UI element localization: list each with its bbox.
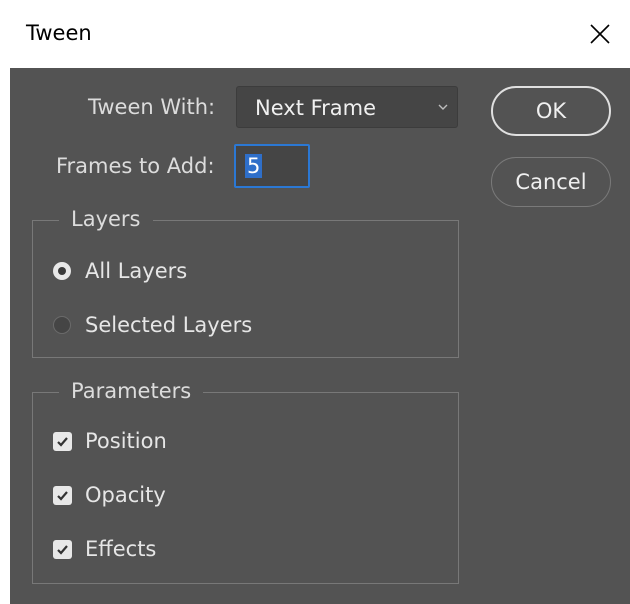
radio-all-layers[interactable]: All Layers — [53, 257, 187, 285]
frames-to-add-value: 5 — [245, 154, 263, 178]
tween-window: Tween Tween With: Next Frame Frames to A… — [0, 0, 630, 604]
chevron-down-icon — [437, 100, 449, 118]
effects-label: Effects — [85, 537, 157, 561]
tween-with-label: Tween With: — [88, 95, 216, 119]
cancel-button[interactable]: Cancel — [491, 157, 611, 207]
checkbox-effects[interactable]: Effects — [53, 535, 156, 563]
position-label: Position — [85, 429, 167, 453]
tween-with-select[interactable]: Next Frame — [236, 86, 458, 128]
layers-legend: Layers — [59, 207, 153, 231]
frames-to-add-input[interactable]: 5 — [234, 144, 310, 188]
checkmark-icon — [53, 539, 72, 559]
close-icon — [590, 24, 610, 44]
radio-selected-layers[interactable]: Selected Layers — [53, 311, 252, 339]
radio-unselected-icon — [53, 316, 71, 334]
layers-group: Layers All Layers Selected Layers — [32, 207, 459, 358]
checkbox-position[interactable]: Position — [53, 427, 167, 455]
selected-layers-label: Selected Layers — [85, 313, 253, 337]
window-title: Tween — [26, 21, 92, 45]
checkbox-opacity[interactable]: Opacity — [53, 481, 166, 509]
tween-with-value: Next Frame — [255, 96, 377, 120]
radio-selected-icon — [53, 262, 71, 280]
frames-to-add-label: Frames to Add: — [56, 154, 215, 178]
close-button[interactable] — [580, 14, 620, 54]
checkmark-icon — [53, 431, 72, 451]
opacity-label: Opacity — [85, 483, 166, 507]
all-layers-label: All Layers — [85, 259, 188, 283]
dialog-body: Tween With: Next Frame Frames to Add: 5 … — [10, 68, 630, 604]
title-bar: Tween — [0, 0, 630, 68]
ok-button[interactable]: OK — [491, 86, 611, 136]
checkmark-icon — [53, 485, 72, 505]
parameters-legend: Parameters — [59, 379, 204, 403]
parameters-group: Parameters Position Opacity Effects — [32, 379, 459, 584]
